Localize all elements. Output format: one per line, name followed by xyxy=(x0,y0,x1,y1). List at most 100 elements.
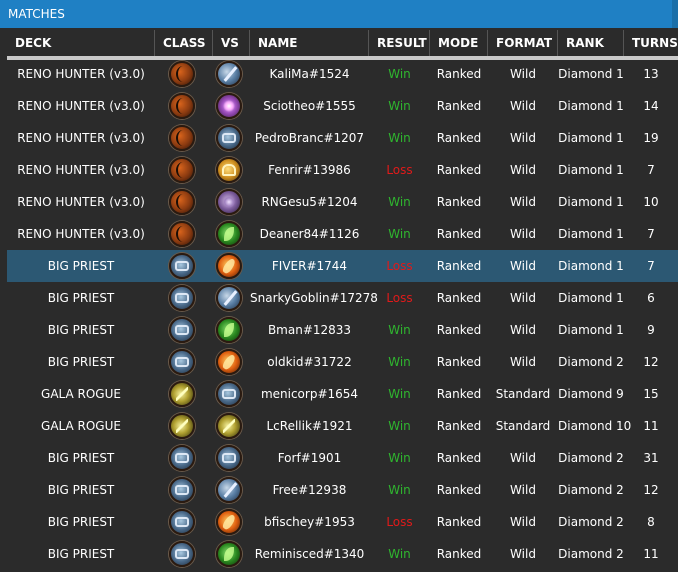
mode-cell: Ranked xyxy=(436,163,482,177)
table-row[interactable]: BIG PRIEST Reminisced#1340 Win Ranked Wild Di… xyxy=(7,538,678,570)
table-row[interactable]: RENO HUNTER (v3.0) Fenrir#13986 Loss Ranked… xyxy=(7,154,678,186)
hunter-icon xyxy=(169,221,195,247)
rank-cell: Diamond 2 xyxy=(558,483,624,497)
format-cell: Wild xyxy=(510,547,536,561)
column-header-vs[interactable]: VS xyxy=(213,30,250,56)
deck-cell: BIG PRIEST xyxy=(47,355,115,369)
deck-cell: RENO HUNTER (v3.0) xyxy=(17,99,145,113)
table-row[interactable]: GALA ROGUE menicorp#1654 Win Ranked Standard… xyxy=(7,378,678,410)
rank-cell: Diamond 10 xyxy=(558,419,632,433)
mode-cell: Ranked xyxy=(436,195,482,209)
mage-icon xyxy=(216,445,242,471)
rank-cell: Diamond 2 xyxy=(558,451,624,465)
opponent-name-cell: FIVER#1744 xyxy=(271,259,348,273)
result-cell: Win xyxy=(388,355,411,369)
table-row[interactable]: BIG PRIEST Forf#1901 Win Ranked Wild Diamond … xyxy=(7,442,678,474)
mode-cell: Ranked xyxy=(436,387,482,401)
mode-cell: Ranked xyxy=(436,515,482,529)
table-row[interactable]: BIG PRIEST Free#12938 Win Ranked Wild Diamond… xyxy=(7,474,678,506)
format-cell: Wild xyxy=(510,259,536,273)
rank-cell: Diamond 1 xyxy=(558,259,624,273)
deck-cell: RENO HUNTER (v3.0) xyxy=(17,195,145,209)
opponent-name-cell: Sciotheo#1555 xyxy=(263,99,356,113)
mode-cell: Ranked xyxy=(436,131,482,145)
table-header: DECK CLASS VS NAME RESULT MODE FORMAT RA… xyxy=(7,30,678,60)
turns-cell: 14 xyxy=(643,99,659,113)
mode-cell: Ranked xyxy=(436,419,482,433)
rank-cell: Diamond 1 xyxy=(558,227,624,241)
table-row[interactable]: BIG PRIEST SnarkyGoblin#17278 Loss Ranked Wi… xyxy=(7,282,678,314)
mode-cell: Ranked xyxy=(436,227,482,241)
opponent-name-cell: Free#12938 xyxy=(272,483,347,497)
deck-cell: BIG PRIEST xyxy=(47,259,115,273)
result-cell: Win xyxy=(388,323,411,337)
turns-cell: 7 xyxy=(647,163,655,177)
table-row[interactable]: RENO HUNTER (v3.0) Deaner84#1126 Win Ranked… xyxy=(7,218,678,250)
result-cell: Win xyxy=(388,227,411,241)
mage-icon xyxy=(216,381,242,407)
hunter-icon xyxy=(169,125,195,151)
result-cell: Win xyxy=(388,67,411,81)
deck-cell: RENO HUNTER (v3.0) xyxy=(17,227,145,241)
opponent-name-cell: KaliMa#1524 xyxy=(269,67,350,81)
table-row[interactable]: BIG PRIEST Bman#12833 Win Ranked Wild Diamond… xyxy=(7,314,678,346)
column-header-name[interactable]: NAME xyxy=(250,30,369,56)
rank-cell: Diamond 1 xyxy=(558,67,624,81)
result-cell: Loss xyxy=(386,163,413,177)
turns-cell: 31 xyxy=(643,451,659,465)
matches-window: MATCHES DECK CLASS VS NAME RESULT MODE F… xyxy=(0,0,678,572)
deck-cell: BIG PRIEST xyxy=(47,483,115,497)
column-header-class[interactable]: CLASS xyxy=(155,30,213,56)
mode-cell: Ranked xyxy=(436,67,482,81)
format-cell: Wild xyxy=(510,227,536,241)
mode-cell: Ranked xyxy=(436,547,482,561)
window-title: MATCHES xyxy=(0,0,678,28)
table-row[interactable]: BIG PRIEST bfischey#1953 Loss Ranked Wild Dia… xyxy=(7,506,678,538)
column-header-format[interactable]: FORMAT xyxy=(488,30,558,56)
table-row[interactable]: BIG PRIEST oldkid#31722 Win Ranked Wild Diamo… xyxy=(7,346,678,378)
table-row[interactable]: RENO HUNTER (v3.0) RNGesu5#1204 Win Ranked W… xyxy=(7,186,678,218)
table-row[interactable]: GALA ROGUE LcRellik#1921 Win Ranked Standard… xyxy=(7,410,678,442)
column-header-result[interactable]: RESULT xyxy=(369,30,430,56)
turns-cell: 12 xyxy=(643,355,659,369)
hunter-icon xyxy=(169,189,195,215)
opponent-name-cell: LcRellik#1921 xyxy=(266,419,353,433)
column-header-deck[interactable]: DECK xyxy=(7,30,155,56)
rank-cell: Diamond 1 xyxy=(558,131,624,145)
turns-cell: 12 xyxy=(643,483,659,497)
opponent-name-cell: oldkid#31722 xyxy=(267,355,352,369)
paladin-icon xyxy=(216,157,242,183)
rank-cell: Diamond 2 xyxy=(558,355,624,369)
format-cell: Wild xyxy=(510,195,536,209)
result-cell: Win xyxy=(388,387,411,401)
turns-cell: 19 xyxy=(643,131,659,145)
turns-cell: 15 xyxy=(643,387,659,401)
fire-icon xyxy=(216,253,242,279)
result-cell: Win xyxy=(388,195,411,209)
turns-cell: 10 xyxy=(643,195,659,209)
rank-cell: Diamond 1 xyxy=(558,323,624,337)
result-cell: Win xyxy=(388,99,411,113)
rank-cell: Diamond 1 xyxy=(558,291,624,305)
table-row[interactable]: RENO HUNTER (v3.0) KaliMa#1524 Win Ranked Wi… xyxy=(7,58,678,90)
result-cell: Win xyxy=(388,547,411,561)
column-header-rank[interactable]: RANK xyxy=(558,30,624,56)
opponent-name-cell: PedroBranc#1207 xyxy=(254,131,365,145)
mode-cell: Ranked xyxy=(436,99,482,113)
rogue-icon xyxy=(169,381,195,407)
column-header-mode[interactable]: MODE xyxy=(430,30,488,56)
matches-table-body: RENO HUNTER (v3.0) KaliMa#1524 Win Ranked Wi… xyxy=(7,58,678,570)
turns-cell: 11 xyxy=(643,547,659,561)
table-row[interactable]: RENO HUNTER (v3.0) Sciotheo#1555 Win Ranked… xyxy=(7,90,678,122)
table-row[interactable]: BIG PRIEST FIVER#1744 Loss Ranked Wild Diamon… xyxy=(7,250,678,282)
rank-cell: Diamond 1 xyxy=(558,99,624,113)
format-cell: Wild xyxy=(510,483,536,497)
mage-icon xyxy=(216,125,242,151)
hunter-icon xyxy=(169,157,195,183)
opponent-name-cell: Fenrir#13986 xyxy=(268,163,351,177)
table-row[interactable]: RENO HUNTER (v3.0) PedroBranc#1207 Win Rank… xyxy=(7,122,678,154)
priest-class-icon xyxy=(169,317,195,343)
format-cell: Wild xyxy=(510,323,536,337)
column-header-turns[interactable]: TURNS xyxy=(624,30,678,56)
result-cell: Win xyxy=(388,419,411,433)
